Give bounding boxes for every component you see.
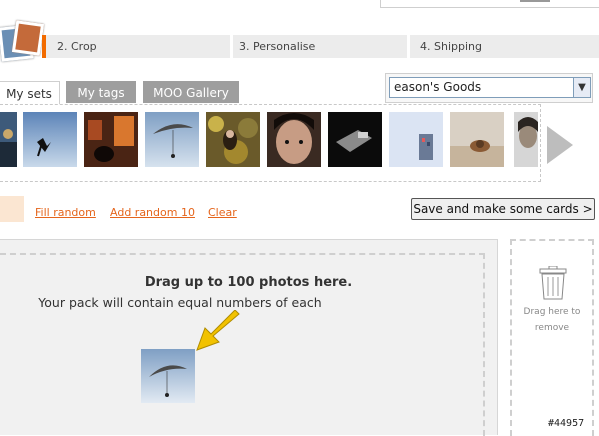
logo: [0, 20, 46, 64]
next-arrow-icon[interactable]: [547, 126, 573, 164]
selected-indicator: [0, 196, 24, 222]
set-select[interactable]: eason's Goods ▼: [385, 73, 593, 103]
chevron-down-icon[interactable]: ▼: [573, 77, 591, 98]
photo-thumbnail[interactable]: [145, 112, 199, 167]
clear-link[interactable]: Clear: [208, 206, 237, 219]
photo-thumbnail[interactable]: [328, 112, 382, 167]
photo-thumbnail[interactable]: [84, 112, 138, 167]
step-shipping[interactable]: 4. Shipping: [420, 35, 482, 58]
dropped-photo[interactable]: [141, 349, 195, 403]
trash-label: Drag here to remove: [515, 304, 589, 336]
photo-thumbnail[interactable]: [450, 112, 504, 167]
step-personalise[interactable]: 3. Personalise: [239, 35, 315, 58]
top-bar: [380, 0, 599, 8]
step-bar: 2. Crop 3. Personalise 4. Shipping: [42, 35, 599, 58]
photo-thumbnail[interactable]: [206, 112, 260, 167]
photo-thumbnail[interactable]: [267, 112, 321, 167]
photo-thumbnail[interactable]: [23, 112, 77, 167]
trash-label-line1: Drag here to: [523, 307, 581, 317]
watermark: #44957: [548, 418, 585, 429]
photo-thumbnail[interactable]: [0, 112, 17, 167]
photo-thumbnail[interactable]: [514, 112, 538, 167]
tab-my-tags[interactable]: My tags: [66, 81, 136, 103]
fill-random-link[interactable]: Fill random: [35, 206, 96, 219]
save-button[interactable]: Save and make some cards >: [411, 198, 595, 220]
add-random-link[interactable]: Add random 10: [110, 206, 195, 219]
step-active-marker: [42, 35, 46, 58]
set-select-value[interactable]: eason's Goods: [389, 77, 575, 98]
drop-zone-title: Drag up to 100 photos here.: [144, 275, 353, 290]
step-crop[interactable]: 2. Crop: [57, 35, 97, 58]
drop-zone-subtitle: Your pack will contain equal numbers of …: [38, 295, 322, 310]
pointer-arrow-icon: [196, 310, 240, 351]
trash-icon: [539, 266, 567, 300]
top-bar-mark: [520, 0, 550, 2]
tab-my-sets[interactable]: My sets: [0, 81, 60, 105]
trash-label-line2: remove: [534, 323, 570, 333]
tab-moo-gallery[interactable]: MOO Gallery: [143, 81, 239, 103]
photo-thumbnail[interactable]: [389, 112, 443, 167]
